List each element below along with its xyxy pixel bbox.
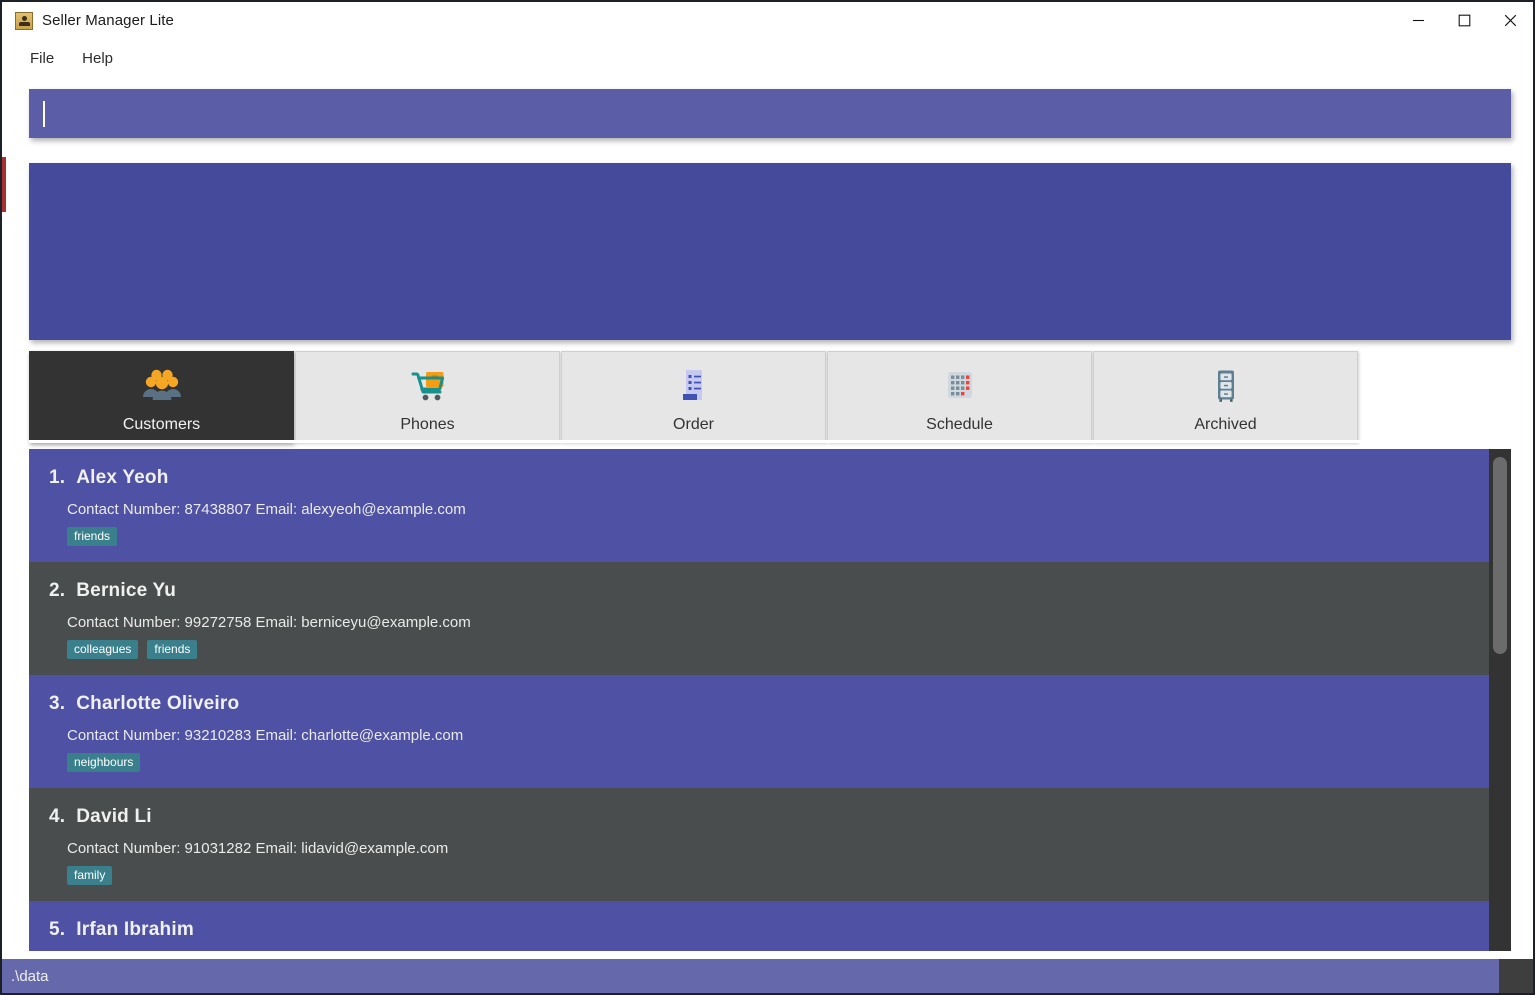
app-window: Seller Manager Lite File Help Customers … bbox=[0, 0, 1535, 995]
contact-name: Alex Yeoh bbox=[76, 467, 169, 488]
tag: friends bbox=[147, 640, 198, 659]
contact-name: Bernice Yu bbox=[76, 580, 177, 601]
contact-detail: Contact Number: 91031282 Email: lidavid@… bbox=[67, 840, 449, 857]
resize-grip[interactable] bbox=[1499, 959, 1533, 993]
list-item[interactable]: 5. Irfan Ibrahim bbox=[29, 901, 1489, 951]
tab-label: Schedule bbox=[926, 416, 993, 433]
window-controls bbox=[1395, 2, 1533, 39]
tag: friends bbox=[67, 527, 118, 546]
contact-name: Irfan Ibrahim bbox=[76, 919, 194, 940]
tab-archived[interactable]: Archived bbox=[1093, 351, 1358, 443]
menu-item-file[interactable]: File bbox=[19, 47, 65, 70]
tab-bar: Customers Phones Order Schedule Archived bbox=[29, 349, 1511, 443]
calendar-grid-icon bbox=[937, 364, 983, 410]
tab-label: Phones bbox=[400, 416, 455, 433]
contact-tags: family bbox=[67, 866, 1489, 885]
contact-index: 1. bbox=[49, 467, 66, 488]
list-item[interactable]: 4. David Li Contact Number: 91031282 Ema… bbox=[29, 788, 1489, 901]
contact-index: 5. bbox=[49, 919, 66, 940]
contact-detail: Contact Number: 99272758 Email: bernicey… bbox=[67, 614, 471, 631]
contact-title: 5. Irfan Ibrahim bbox=[49, 919, 1489, 941]
contact-tags: colleagues friends bbox=[67, 640, 1489, 659]
tag: family bbox=[67, 866, 113, 885]
result-display bbox=[29, 163, 1511, 340]
contact-detail: Contact Number: 93210283 Email: charlott… bbox=[67, 727, 464, 744]
title-bar: Seller Manager Lite bbox=[2, 2, 1533, 39]
contact-index: 4. bbox=[49, 806, 66, 827]
contact-list-panel: 1. Alex Yeoh Contact Number: 87438807 Em… bbox=[29, 449, 1511, 951]
list-item[interactable]: 2. Bernice Yu Contact Number: 99272758 E… bbox=[29, 562, 1489, 675]
contact-name: David Li bbox=[76, 806, 152, 827]
window-title: Seller Manager Lite bbox=[42, 12, 174, 29]
list-item[interactable]: 1. Alex Yeoh Contact Number: 87438807 Em… bbox=[29, 449, 1489, 562]
contact-title: 3. Charlotte Oliveiro bbox=[49, 693, 1489, 715]
tag: neighbours bbox=[67, 753, 141, 772]
contact-title: 1. Alex Yeoh bbox=[49, 467, 1489, 489]
contact-index: 3. bbox=[49, 693, 66, 714]
filing-cabinet-icon bbox=[1203, 364, 1249, 410]
menu-item-help[interactable]: Help bbox=[71, 47, 124, 70]
status-bar-path: .\data bbox=[11, 967, 49, 985]
tab-label: Customers bbox=[122, 416, 201, 433]
error-indicator-strip bbox=[2, 157, 6, 212]
status-bar: .\data bbox=[2, 959, 1533, 993]
tab-order[interactable]: Order bbox=[561, 351, 826, 443]
text-caret bbox=[43, 100, 45, 127]
close-icon[interactable] bbox=[1487, 2, 1533, 39]
tab-label: Archived bbox=[1194, 416, 1257, 433]
maximize-icon[interactable] bbox=[1441, 2, 1487, 39]
contact-tags: friends bbox=[67, 527, 1489, 546]
person-badge-icon bbox=[15, 11, 33, 30]
document-list-icon bbox=[671, 364, 717, 410]
minimize-icon[interactable] bbox=[1395, 2, 1441, 39]
tab-label: Order bbox=[673, 416, 714, 433]
menu-bar: File Help bbox=[2, 42, 1533, 74]
contact-detail: Contact Number: 87438807 Email: alexyeoh… bbox=[67, 501, 466, 518]
contact-title: 4. David Li bbox=[49, 806, 1489, 828]
contact-tags: neighbours bbox=[67, 753, 1489, 772]
contact-name: Charlotte Oliveiro bbox=[76, 693, 240, 714]
command-input[interactable] bbox=[29, 89, 1511, 138]
tab-schedule[interactable]: Schedule bbox=[827, 351, 1092, 443]
list-item[interactable]: 3. Charlotte Oliveiro Contact Number: 93… bbox=[29, 675, 1489, 788]
tag: colleagues bbox=[67, 640, 139, 659]
contact-title: 2. Bernice Yu bbox=[49, 580, 1489, 602]
contact-index: 2. bbox=[49, 580, 66, 601]
tab-phones[interactable]: Phones bbox=[295, 351, 560, 443]
tab-customers[interactable]: Customers bbox=[29, 351, 294, 443]
list-scrollbar[interactable] bbox=[1489, 449, 1511, 951]
people-group-icon bbox=[139, 364, 185, 410]
contact-list: 1. Alex Yeoh Contact Number: 87438807 Em… bbox=[29, 449, 1489, 951]
scrollbar-thumb[interactable] bbox=[1493, 457, 1507, 654]
shopping-cart-icon bbox=[405, 364, 451, 410]
